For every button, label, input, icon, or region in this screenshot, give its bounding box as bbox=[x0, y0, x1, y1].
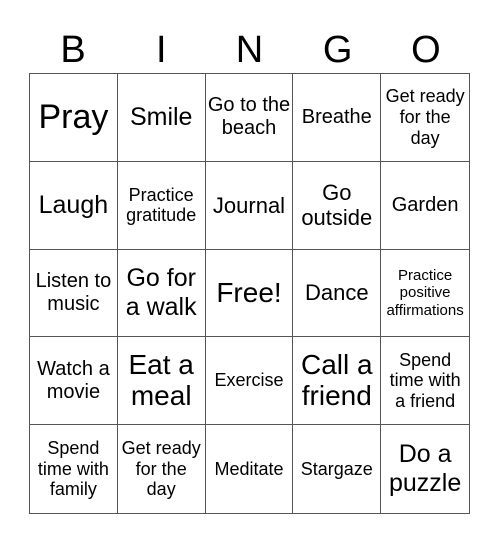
bingo-cell[interactable]: Laugh bbox=[30, 161, 118, 250]
bingo-header: B I N G O bbox=[29, 28, 470, 73]
free-space[interactable]: Free! bbox=[205, 249, 294, 338]
bingo-cell[interactable]: Spend time with family bbox=[30, 425, 118, 513]
bingo-cell[interactable]: Go to the beach bbox=[205, 74, 294, 162]
bingo-cell[interactable]: Get ready for the day bbox=[381, 74, 469, 162]
bingo-cell[interactable]: Practice positive affirmations bbox=[381, 250, 469, 338]
bingo-cell[interactable]: Garden bbox=[381, 162, 469, 250]
header-letter-n: N bbox=[235, 29, 264, 71]
bingo-cell[interactable]: Do a puzzle bbox=[381, 425, 469, 513]
bingo-cell[interactable]: Dance bbox=[293, 249, 382, 338]
bingo-cell[interactable]: Spend time with a friend bbox=[381, 337, 469, 426]
bingo-cell[interactable]: Smile bbox=[117, 74, 206, 162]
bingo-cell[interactable]: Eat a meal bbox=[117, 337, 206, 426]
header-letter-g: G bbox=[322, 29, 353, 71]
header-letter-o: O bbox=[411, 29, 441, 71]
bingo-cell[interactable]: Go for a walk bbox=[117, 249, 206, 338]
bingo-grid: Pray Smile Go to the beach Breathe Get r… bbox=[29, 73, 470, 514]
bingo-cell[interactable]: Pray bbox=[30, 74, 118, 162]
bingo-cell[interactable]: Meditate bbox=[206, 425, 294, 513]
bingo-cell[interactable]: Journal bbox=[205, 161, 294, 250]
bingo-cell[interactable]: Listen to music bbox=[30, 249, 118, 338]
bingo-cell[interactable]: Call a friend bbox=[293, 337, 382, 426]
header-letter-i: I bbox=[156, 29, 167, 71]
bingo-cell[interactable]: Breathe bbox=[293, 74, 382, 162]
bingo-cell[interactable]: Get ready for the day bbox=[118, 425, 206, 513]
bingo-cell[interactable]: Go outside bbox=[293, 161, 382, 250]
header-letter-b: B bbox=[60, 29, 86, 71]
bingo-cell[interactable]: Exercise bbox=[205, 337, 294, 426]
bingo-cell[interactable]: Stargaze bbox=[293, 425, 382, 513]
bingo-cell[interactable]: Practice gratitude bbox=[117, 161, 206, 250]
bingo-cell[interactable]: Watch a movie bbox=[30, 337, 118, 426]
